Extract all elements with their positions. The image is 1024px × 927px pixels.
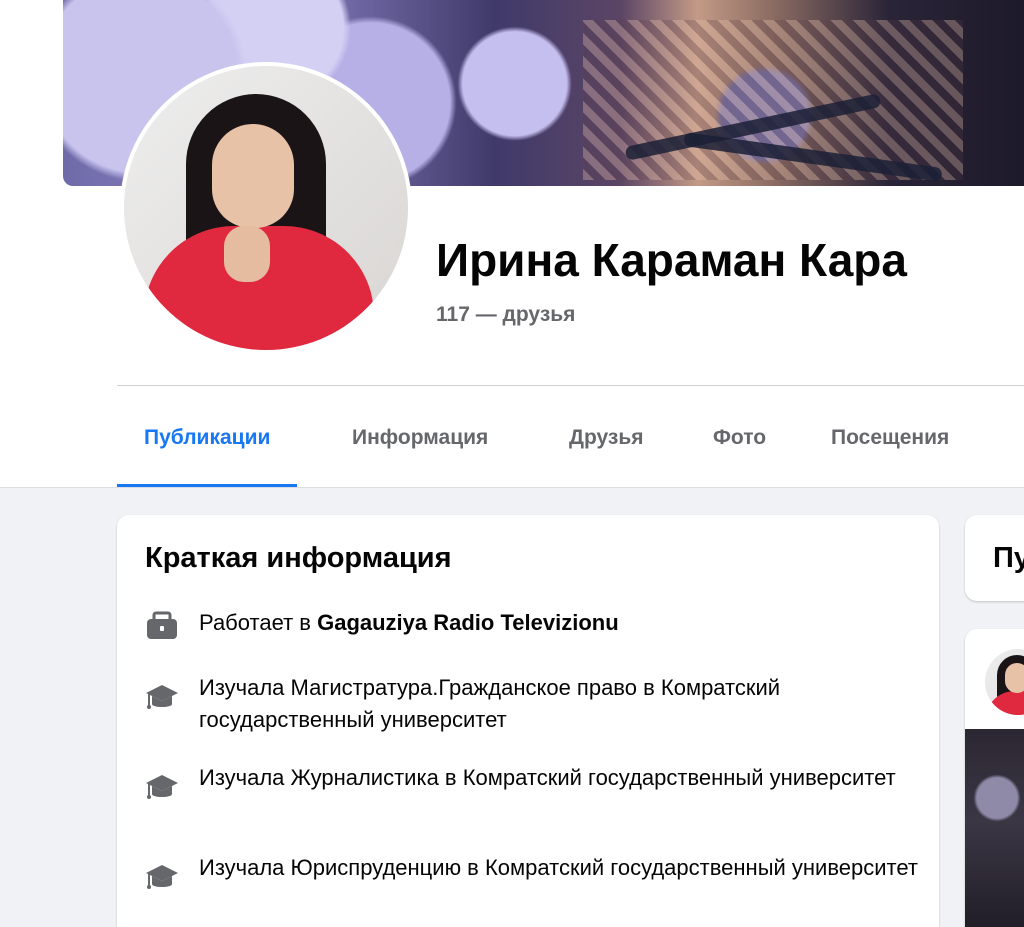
graduation-cap-icon [145,860,179,894]
tab-label: Фото [713,426,767,449]
graduation-cap-icon [145,680,179,714]
avatar-face [1005,663,1024,693]
intro-item-text: Работает в Gagauziya Radio Televizionu [199,607,919,639]
posts-title: Пу [993,542,1024,574]
tabs-bottom-border [0,487,1024,488]
intro-item-text: Изучала Юриспруденцию в Комратский госуд… [199,855,918,880]
profile-header: Ирина Караман Кара 117 — друзья Публикац… [0,0,1024,488]
intro-card: Краткая информация Работает в Gagauziya … [117,515,939,927]
tab-label: Друзья [569,426,644,449]
avatar-face [212,124,294,228]
tab-label: Публикации [144,426,271,449]
tab-friends[interactable]: Друзья [542,386,671,488]
profile-picture[interactable] [124,66,408,350]
tab-label: Посещения [831,426,950,449]
avatar-jacket [985,691,1024,715]
work-prefix: Работает в [199,610,318,635]
post-card [965,629,1024,927]
posts-header-card: Пу [965,515,1024,601]
post-author-avatar[interactable] [985,649,1024,715]
intro-title: Краткая информация [145,542,452,574]
profile-name: Ирина Караман Кара [436,234,907,286]
tab-label: Информация [352,426,489,449]
post-image[interactable] [965,729,1024,927]
intro-item-education: Изучала Журналистика в Комратский госуда… [145,762,915,832]
intro-item-education: Изучала Магистратура.Гражданское право в… [145,672,915,742]
briefcase-icon [145,609,179,643]
avatar-hand [224,226,270,282]
intro-item-work: Работает в Gagauziya Radio Televizionu [145,607,915,647]
tab-photos[interactable]: Фото [686,386,793,488]
workplace-link[interactable]: Gagauziya Radio Televizionu [317,610,619,635]
profile-tabs: Публикации Информация Друзья Фото Посеще… [117,386,1024,488]
graduation-cap-icon [145,770,179,804]
tab-about[interactable]: Информация [325,386,515,488]
tab-check-ins[interactable]: Посещения [804,386,976,488]
intro-item-education: Изучала Юриспруденцию в Комратский госуд… [145,852,918,922]
tab-posts[interactable]: Публикации [117,386,298,488]
intro-item-text: Изучала Магистратура.Гражданское право в… [199,675,781,732]
intro-item-text: Изучала Журналистика в Комратский госуда… [199,765,896,790]
friends-count-link[interactable]: 117 — друзья [436,303,575,327]
